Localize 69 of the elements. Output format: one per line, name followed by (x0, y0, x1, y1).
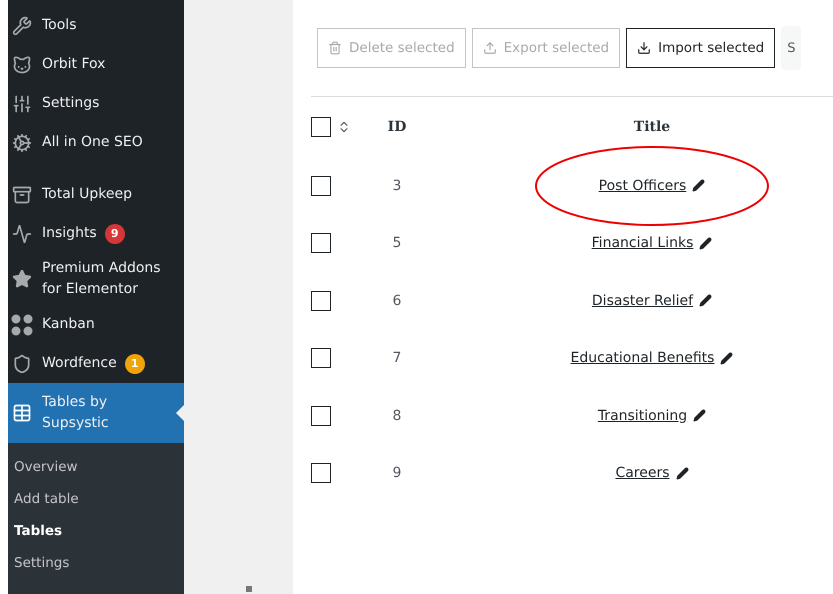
menu-label: Orbit Fox (42, 55, 106, 74)
menu-label: All in One SEO (42, 133, 143, 152)
sidebar-item[interactable]: Insights 9 (8, 214, 184, 253)
gear-icon (12, 132, 32, 152)
pencil-icon[interactable] (693, 409, 706, 422)
submenu-link[interactable]: Add table (8, 483, 85, 515)
menu-label: Settings (42, 94, 100, 113)
pulse-icon (12, 224, 32, 244)
table-cell: 9 (392, 465, 402, 482)
select-all-checkbox[interactable] (311, 117, 331, 137)
count-badge: 1 (124, 354, 145, 374)
title-link[interactable]: Post Officers (598, 178, 686, 194)
row-checkbox[interactable] (311, 176, 331, 196)
four-dots-icon (11, 314, 33, 336)
pencil-icon[interactable] (699, 294, 712, 308)
menu-label: Total Upkeep (42, 185, 132, 204)
title-link[interactable]: Careers (615, 465, 670, 482)
safe-icon (12, 184, 32, 204)
sidebar-item[interactable]: Premium Addons for Elementor (8, 253, 184, 305)
download-icon (637, 41, 652, 55)
row-checkbox[interactable] (311, 348, 331, 368)
resize-handle[interactable] (246, 586, 252, 592)
row-checkbox[interactable] (311, 406, 331, 426)
pencil-icon[interactable] (720, 352, 734, 365)
submenu-link[interactable]: Settings (8, 547, 76, 579)
sidebar-item[interactable]: Settings (8, 84, 184, 123)
cat-face-icon (12, 54, 32, 74)
count-badge: 9 (104, 224, 125, 244)
shield-icon (12, 354, 32, 374)
title-link[interactable]: Educational Benefits (570, 350, 714, 366)
star-icon (12, 269, 32, 289)
sidebar-item[interactable]: Wordfence 1 (8, 344, 184, 383)
toolbar-button[interactable]: Import selected (626, 28, 776, 68)
table-cell: 8 (392, 408, 402, 424)
sidebar-item[interactable]: Kanban (8, 305, 184, 344)
menu-label: Tables by Supsystic (42, 393, 110, 433)
sidebar-item[interactable]: Tools (8, 6, 184, 45)
pencil-icon[interactable] (699, 236, 712, 250)
sidebar-item[interactable]: Tables by Supsystic (8, 383, 184, 443)
title-link[interactable]: Financial Links (592, 235, 694, 252)
sidebar-item[interactable]: Orbit Fox (8, 45, 184, 84)
menu-label: Kanban (42, 315, 95, 334)
sidebar-item[interactable]: All in One SEO (8, 123, 184, 162)
column-header: Title (634, 119, 670, 135)
table-icon (12, 403, 32, 423)
pencil-icon[interactable] (676, 466, 689, 480)
row-checkbox[interactable] (311, 463, 331, 484)
sliders-icon (12, 94, 32, 114)
sidebar-item[interactable]: Total Upkeep (8, 175, 184, 214)
pencil-icon[interactable] (692, 179, 706, 192)
wrench-icon (12, 16, 32, 36)
row-checkbox[interactable] (311, 233, 331, 254)
menu-label: Premium Addons for Elementor (42, 259, 162, 299)
title-link[interactable]: Transitioning (598, 408, 688, 424)
table-cell: 6 (392, 292, 402, 309)
submenu-link[interactable]: Tables (8, 515, 68, 547)
menu-label: Wordfence (42, 354, 117, 373)
upload-icon (482, 41, 497, 55)
table-cell: 7 (392, 350, 402, 366)
menu-label: Insights (42, 224, 97, 243)
column-header: ID (388, 119, 406, 135)
table-cell: 3 (392, 178, 402, 194)
table-cell: 5 (392, 235, 402, 252)
trash-icon (328, 41, 342, 55)
row-checkbox[interactable] (311, 290, 331, 311)
submenu-link[interactable]: Overview (8, 451, 84, 483)
search-field[interactable]: S (781, 26, 802, 70)
title-link[interactable]: Disaster Relief (592, 292, 694, 309)
menu-label: Tools (42, 16, 76, 35)
